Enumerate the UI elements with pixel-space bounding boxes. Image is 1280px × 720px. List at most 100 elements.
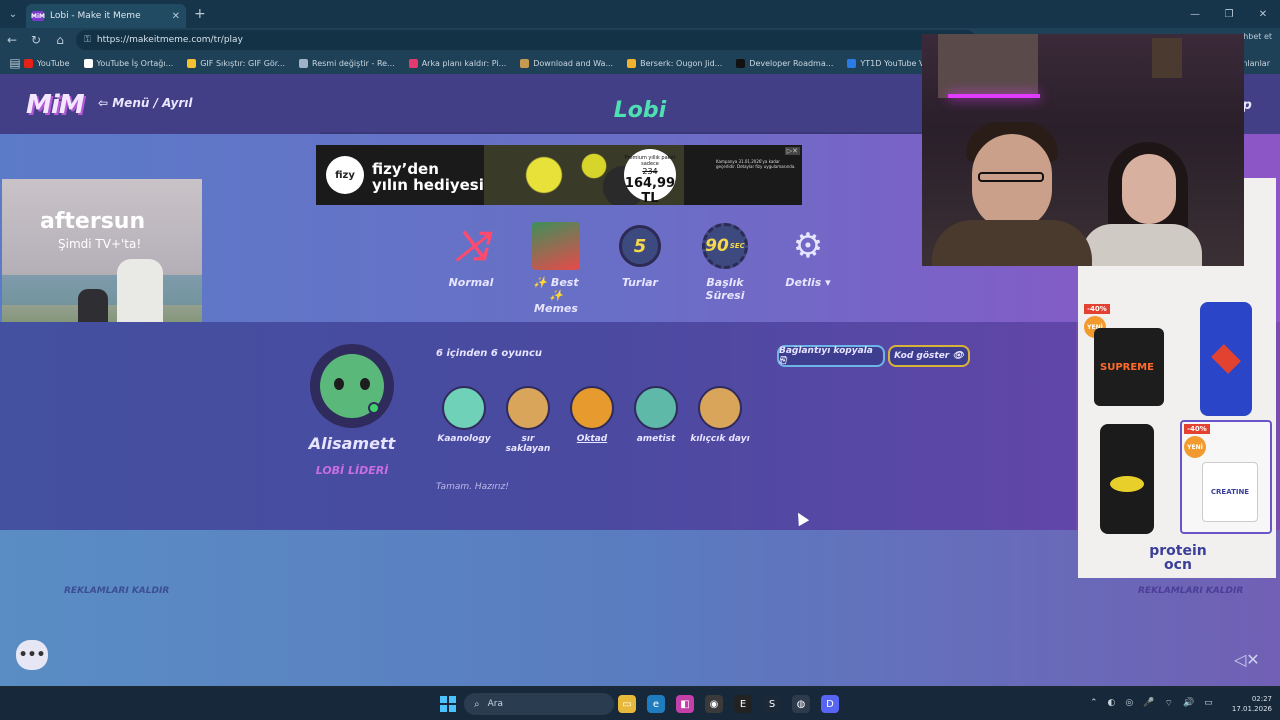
player-count: 6 içinden 6 oyuncu: [436, 348, 542, 359]
url-input[interactable]: ⚿ https://makeitmeme.com/tr/play: [76, 30, 976, 50]
fizy-ad-banner[interactable]: fizy fizy’den yılın hediyesi! Premium yı…: [316, 145, 802, 205]
bookmark-label: Download and Wa...: [533, 58, 614, 68]
player-card[interactable]: Kaanology: [434, 386, 494, 444]
close-window-icon[interactable]: ✕: [1246, 0, 1280, 28]
bookmark-favicon-icon: [408, 58, 418, 68]
tab-title: Lobi - Make it Meme: [50, 11, 141, 21]
fizy-headline-2: yılın hediyesi!: [372, 176, 491, 194]
minimize-icon[interactable]: —: [1178, 0, 1212, 28]
volume-icon[interactable]: 🔊: [1183, 698, 1194, 709]
home-icon[interactable]: ⌂: [48, 28, 72, 52]
product-label: SUPREME: [1100, 362, 1154, 373]
host-avatar[interactable]: [310, 344, 394, 428]
sound-muted-icon[interactable]: ◁✕: [1234, 650, 1260, 669]
discount-badge: -40%: [1184, 424, 1210, 434]
player-name: Oktad: [576, 434, 608, 444]
player-card[interactable]: sır saklayan: [498, 386, 558, 454]
bookmarks-menu-icon[interactable]: ▤: [6, 51, 24, 75]
aftersun-tagline: Şimdi TV+'ta!: [58, 237, 142, 251]
show-code-button[interactable]: Kod göster 👁: [888, 345, 970, 367]
reload-icon[interactable]: ↻: [24, 28, 48, 52]
copy-link-button[interactable]: Bağlantıyı kopyala ⎘: [777, 345, 885, 367]
browser-tab-bar: ⌄ MiM Lobi - Make it Meme ✕ + — ❐ ✕: [0, 0, 1280, 28]
online-indicator: [368, 402, 380, 414]
edge-browser-icon[interactable]: e: [647, 695, 665, 713]
lobby-leader-badge: LOBİ LİDERİ: [315, 464, 389, 477]
rounds-option[interactable]: 5 Turlar: [612, 222, 668, 289]
chat-bubble-icon[interactable]: •••: [16, 640, 48, 670]
rounds-icon: 5: [616, 222, 664, 270]
restore-icon[interactable]: ❐: [1212, 0, 1246, 28]
aftersun-brand: aftersun: [40, 209, 146, 234]
bookmark-item[interactable]: Arka planı kaldır: Pi...: [408, 58, 507, 68]
bookmark-item[interactable]: Download and Wa...: [520, 58, 614, 68]
tab-list-chevron-icon[interactable]: ⌄: [0, 0, 26, 28]
search-icon: ⌕: [474, 698, 480, 710]
title-time-option[interactable]: 90 SEC Başlık Süresi: [690, 222, 760, 302]
taskbar-search[interactable]: ⌕ Ara: [464, 693, 614, 715]
microphone-icon[interactable]: 🎤: [1143, 698, 1154, 709]
bookmark-favicon-icon: [736, 58, 746, 68]
remove-ads-link-right[interactable]: REKLAMLARI KALDIR: [1138, 586, 1243, 596]
all-bookmarks-link[interactable]: nlanlar: [1242, 59, 1270, 68]
window-controls: — ❐ ✕: [1178, 0, 1280, 28]
bookmark-favicon-icon: [83, 58, 93, 68]
bookmark-item[interactable]: GIF Sıkıştır: GIF Gör...: [187, 58, 285, 68]
option-label: Normal: [448, 276, 494, 289]
file-explorer-icon[interactable]: ▭: [618, 695, 636, 713]
discount-badge: -40%: [1084, 304, 1110, 314]
bookmark-favicon-icon: [627, 58, 637, 68]
bookmark-item[interactable]: Developer Roadma...: [736, 58, 833, 68]
site-info-icon[interactable]: ⚿: [84, 35, 91, 45]
price-new: 164,99 TL: [624, 176, 676, 205]
bookmark-item[interactable]: Resmi değiştir - Re...: [299, 58, 395, 68]
details-option[interactable]: ⚙ Detlis ▾: [780, 222, 836, 289]
obs-icon[interactable]: ◉: [705, 695, 723, 713]
option-label: ✨ Best ✨ Memes: [533, 276, 579, 315]
tab-close-icon[interactable]: ✕: [172, 11, 180, 22]
bookmark-favicon-icon: [847, 58, 857, 68]
bookmark-item[interactable]: YouTube: [24, 58, 70, 68]
active-tab[interactable]: MiM Lobi - Make it Meme ✕: [26, 4, 186, 28]
person-figure: [972, 134, 1052, 230]
tray-app-icon[interactable]: ◐: [1108, 698, 1116, 709]
back-icon[interactable]: ←: [0, 28, 24, 52]
shuffle-icon: ⤨: [455, 223, 487, 269]
windows-start-icon[interactable]: [440, 696, 456, 712]
mim-logo[interactable]: MiM: [26, 90, 85, 120]
new-badge: YENİ: [1184, 436, 1206, 458]
bookmark-favicon-icon: [520, 58, 530, 68]
player-card[interactable]: Oktad: [562, 386, 622, 444]
best-memes-option[interactable]: ✨ Best ✨ Memes: [526, 222, 586, 315]
player-name: sır saklayan: [505, 434, 551, 454]
bookmark-label: YouTube İş Ortağı...: [96, 58, 174, 68]
chevron-up-icon[interactable]: ⌃: [1090, 698, 1098, 709]
bookmark-label: Arka planı kaldır: Pi...: [421, 58, 507, 68]
battery-icon[interactable]: ▭: [1204, 698, 1213, 709]
menu-leave-button[interactable]: ⇦ Menü / Ayrıl: [98, 96, 193, 110]
new-tab-button[interactable]: +: [194, 6, 206, 22]
remove-ads-link-left[interactable]: REKLAMLARI KALDIR: [64, 586, 169, 596]
search-placeholder: Ara: [487, 699, 503, 709]
fizy-price-badge: Premium yıllık paket sadece 234 164,99 T…: [624, 149, 676, 205]
discord-icon[interactable]: D: [821, 695, 839, 713]
bookmark-item[interactable]: Berserk: Ougon Jid...: [627, 58, 722, 68]
lobby-status: Tamam. Hazırız!: [436, 482, 509, 492]
aftersun-ad[interactable]: aftersun Şimdi TV+'ta!: [2, 179, 202, 345]
wifi-icon[interactable]: ⌔: [1164, 698, 1172, 709]
webcam-overlay: [922, 34, 1244, 266]
page-title: Lobi: [613, 98, 667, 123]
ad-close-icon[interactable]: ▷✕: [784, 147, 800, 155]
steam-icon[interactable]: S: [763, 695, 781, 713]
chrome-icon[interactable]: ◍: [792, 695, 810, 713]
epic-games-icon[interactable]: E: [734, 695, 752, 713]
mode-normal-option[interactable]: ⤨ Normal: [442, 222, 500, 289]
tray-app-icon[interactable]: ◎: [1125, 698, 1133, 709]
player-card[interactable]: kılıçcık dayı: [690, 386, 750, 444]
protein-ocn-logo: protein ocn: [1138, 544, 1218, 572]
player-card[interactable]: ametist: [626, 386, 686, 444]
bookmark-item[interactable]: YouTube İş Ortağı...: [83, 58, 174, 68]
price-old: 234: [642, 167, 658, 176]
taskbar-clock[interactable]: 02:27 17.01.2026: [1226, 694, 1272, 714]
photos-app-icon[interactable]: ◧: [676, 695, 694, 713]
